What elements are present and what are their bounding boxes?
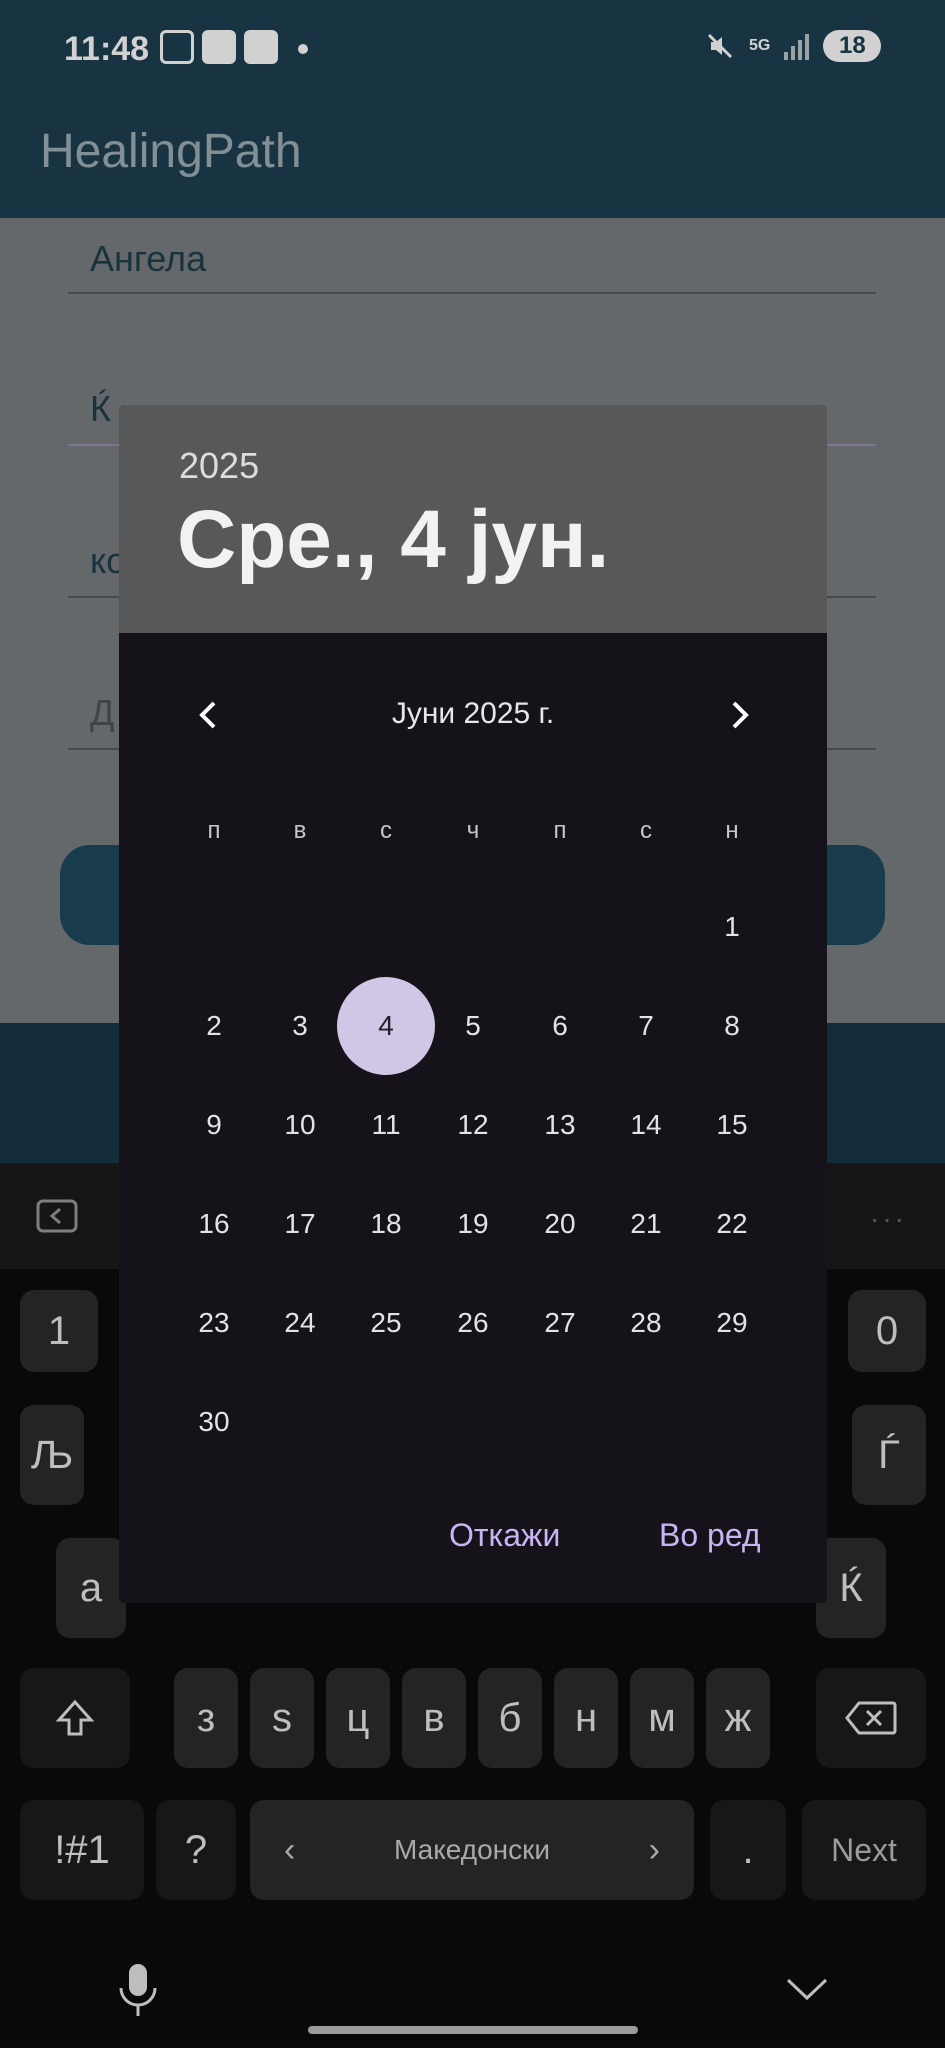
calendar-day[interactable]: 13 [517,1082,603,1168]
calendar-day[interactable]: 18 [343,1181,429,1267]
calendar-day[interactable]: 26 [430,1280,516,1366]
calendar-day[interactable]: 11 [343,1082,429,1168]
calendar-day[interactable]: 17 [257,1181,343,1267]
cancel-button[interactable]: Откажи [449,1517,560,1554]
weekday-label: ч [466,817,480,844]
calendar-day[interactable]: 5 [430,983,516,1069]
calendar-day[interactable]: 14 [603,1082,689,1168]
calendar-day[interactable]: 6 [517,983,603,1069]
calendar-day[interactable]: 16 [171,1181,257,1267]
weekday-label: с [640,817,652,844]
calendar-day[interactable]: 20 [517,1181,603,1267]
date-picker-dialog: 2025 Сре., 4 јун. Јуни 2025 г. пвсчпсн12… [119,405,827,1603]
calendar-day[interactable]: 30 [171,1379,257,1465]
calendar-day[interactable]: 27 [517,1280,603,1366]
calendar-day[interactable]: 29 [689,1280,775,1366]
calendar-day[interactable]: 24 [257,1280,343,1366]
weekday-label: н [725,817,739,844]
calendar-day[interactable]: 19 [430,1181,516,1267]
calendar-day[interactable]: 25 [343,1280,429,1366]
calendar-day[interactable]: 23 [171,1280,257,1366]
calendar-day[interactable]: 8 [689,983,775,1069]
calendar-day[interactable]: 3 [257,983,343,1069]
weekday-label: п [553,817,567,844]
weekday-label: с [380,817,392,844]
calendar-day[interactable]: 28 [603,1280,689,1366]
calendar-day[interactable]: 12 [430,1082,516,1168]
calendar-day[interactable]: 1 [689,884,775,970]
calendar-day[interactable]: 7 [603,983,689,1069]
calendar-grid: п в с ч п с н 1 2 3 4 5 6 7 8 9 10 11 12 13 14 15 16 17 18 19 20 21… [119,405,827,1603]
calendar-day[interactable]: 21 [603,1181,689,1267]
calendar-day[interactable]: 9 [171,1082,257,1168]
selected-day[interactable]: 4 [337,977,435,1075]
ok-button[interactable]: Во ред [659,1517,761,1554]
weekday-label: в [293,817,307,844]
weekday-label: п [207,817,221,844]
calendar-day[interactable]: 2 [171,983,257,1069]
calendar-day[interactable]: 22 [689,1181,775,1267]
calendar-day[interactable]: 15 [689,1082,775,1168]
calendar-day[interactable]: 10 [257,1082,343,1168]
